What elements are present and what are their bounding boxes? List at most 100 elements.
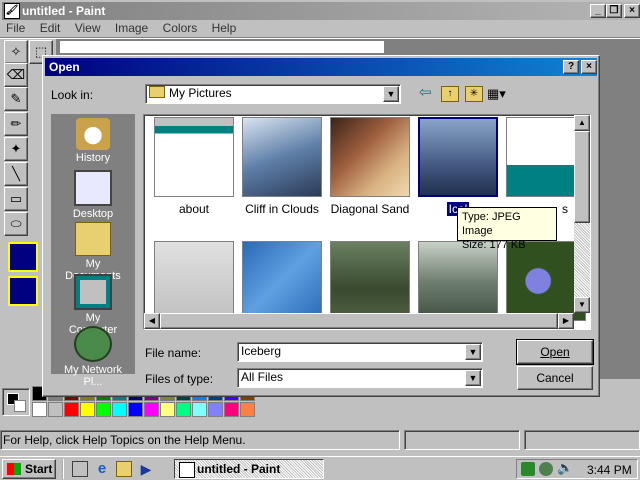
palette-swatch[interactable] — [160, 402, 175, 417]
palette-swatch[interactable] — [176, 402, 191, 417]
taskbar-paint-button[interactable]: untitled - Paint — [174, 459, 324, 479]
desktop-icon — [74, 170, 112, 206]
tool-options-box-1[interactable] — [8, 242, 38, 272]
palette-swatch[interactable] — [112, 402, 127, 417]
media-player-icon[interactable]: ▶ — [138, 461, 154, 477]
maximize-button[interactable]: ❐ — [606, 4, 622, 18]
show-desktop-icon[interactable] — [72, 461, 88, 477]
cancel-button[interactable]: Cancel — [517, 366, 593, 390]
files-of-type-arrow-icon[interactable]: ▼ — [465, 370, 481, 386]
up-folder-icon[interactable]: ↑ — [441, 86, 459, 102]
palette-swatch[interactable] — [48, 402, 63, 417]
paint-title: untitled - Paint — [22, 4, 106, 18]
file-item-about[interactable]: about — [150, 117, 238, 216]
file-item-row2-2[interactable] — [242, 241, 322, 321]
tool-options-box-2[interactable] — [8, 276, 38, 306]
view-menu-icon[interactable]: ▦▾ — [487, 86, 511, 102]
open-dialog: Open ? × Look in: My Pictures ▼ ⇦ ↑ ✳ ▦▾… — [42, 55, 600, 397]
status-bar: For Help, click Help Topics on the Help … — [0, 430, 640, 452]
scroll-left-button[interactable]: ◀ — [144, 313, 160, 329]
palette-swatch[interactable] — [192, 402, 207, 417]
file-item-cliff-in-clouds[interactable]: Cliff in Clouds — [238, 117, 326, 216]
look-in-arrow-icon[interactable]: ▼ — [383, 86, 399, 102]
file-item-row2-3[interactable] — [330, 241, 410, 321]
horizontal-scroll-thumb[interactable] — [160, 313, 558, 329]
background-color[interactable] — [14, 400, 26, 412]
rectangle-tool[interactable]: ▭ — [4, 187, 28, 211]
file-item-diagonal-sand[interactable]: Diagonal Sand — [326, 117, 414, 216]
clock[interactable]: 3:44 PM — [587, 463, 632, 477]
palette-swatch[interactable] — [80, 402, 95, 417]
paint-titlebar[interactable]: 🖌 untitled - Paint _ ❐ × — [2, 2, 640, 20]
file-item-iceberg[interactable]: Icel — [414, 117, 502, 216]
menu-view[interactable]: View — [75, 21, 101, 35]
palette-swatch[interactable] — [240, 402, 255, 417]
taskbar: Start e ▶ untitled - Paint 🔈 3:44 PM — [0, 456, 640, 480]
look-in-dropdown[interactable]: My Pictures ▼ — [145, 84, 401, 104]
windows-logo-icon — [7, 463, 21, 475]
status-panel-2 — [524, 430, 640, 450]
vertical-scrollbar[interactable]: ▲ ▼ — [574, 115, 590, 313]
new-folder-icon[interactable]: ✳ — [465, 86, 483, 102]
palette-swatch[interactable] — [128, 402, 143, 417]
files-of-type-label: Files of type: — [145, 372, 214, 386]
horizontal-scrollbar[interactable]: ◀ ▶ — [144, 313, 574, 329]
files-of-type-dropdown[interactable]: All Files ▼ — [237, 368, 483, 388]
airbrush-tool[interactable]: ✦ — [4, 137, 28, 161]
place-history[interactable]: History — [61, 118, 125, 164]
network-icon[interactable] — [521, 462, 535, 476]
place-my-network[interactable]: My Network Pl... — [57, 326, 129, 388]
open-button[interactable]: Open — [516, 339, 594, 365]
outlook-express-icon[interactable] — [116, 461, 132, 477]
scroll-right-button[interactable]: ▶ — [558, 313, 574, 329]
line-tool[interactable]: ╲ — [4, 162, 28, 186]
status-panel-1 — [404, 430, 520, 450]
drawing-canvas[interactable] — [60, 41, 384, 53]
file-tooltip: Type: JPEG Image Size: 177 KB — [457, 207, 557, 251]
volume-icon[interactable]: 🔈 — [557, 460, 573, 476]
file-name-value: Iceberg — [241, 344, 282, 358]
menu-image[interactable]: Image — [115, 21, 148, 35]
my-documents-icon — [75, 222, 111, 256]
place-my-documents[interactable]: My Documents — [61, 222, 125, 282]
close-button[interactable]: × — [624, 4, 640, 18]
start-button[interactable]: Start — [2, 459, 56, 479]
vertical-scroll-thumb[interactable] — [574, 131, 590, 223]
scheduler-icon[interactable] — [539, 462, 553, 476]
place-desktop[interactable]: Desktop — [61, 170, 125, 220]
file-name-arrow-icon[interactable]: ▼ — [465, 344, 481, 360]
file-name-combo[interactable]: Iceberg ▼ — [237, 342, 483, 362]
palette-swatch[interactable] — [96, 402, 111, 417]
palette-swatch[interactable] — [64, 402, 79, 417]
menu-help[interactable]: Help — [212, 21, 237, 35]
polygon-tool[interactable]: ⬭ — [4, 212, 28, 236]
system-tray: 🔈 3:44 PM — [516, 459, 638, 479]
palette-swatch[interactable] — [208, 402, 223, 417]
history-icon — [76, 118, 110, 150]
dialog-title: Open — [49, 60, 80, 74]
minimize-button[interactable]: _ — [590, 4, 606, 18]
scroll-up-button[interactable]: ▲ — [574, 115, 590, 131]
pencil-tool[interactable]: ✏ — [4, 112, 28, 136]
file-item-row2-1[interactable] — [154, 241, 234, 321]
thumbnail — [418, 117, 498, 197]
scroll-down-button[interactable]: ▼ — [574, 297, 590, 313]
current-colors — [2, 388, 30, 416]
menu-colors[interactable]: Colors — [163, 21, 198, 35]
back-icon[interactable]: ⇦ — [419, 85, 437, 103]
file-name-label: File name: — [145, 346, 202, 360]
dialog-close-button[interactable]: × — [581, 60, 597, 74]
menu-edit[interactable]: Edit — [40, 21, 61, 35]
palette-swatch[interactable] — [224, 402, 239, 417]
palette-swatch[interactable] — [32, 402, 47, 417]
help-button[interactable]: ? — [563, 60, 579, 74]
internet-explorer-icon[interactable]: e — [94, 461, 110, 477]
file-item-row2-4[interactable] — [418, 241, 498, 321]
free-select-tool[interactable]: ✧ — [4, 40, 28, 64]
palette-swatch[interactable] — [144, 402, 159, 417]
menu-file[interactable]: File — [6, 21, 25, 35]
eraser-tool[interactable]: ⌫ — [4, 63, 28, 87]
dialog-titlebar[interactable]: Open ? × — [45, 58, 597, 76]
eyedropper-tool[interactable]: ✎ — [4, 87, 28, 111]
look-in-label: Look in: — [51, 88, 94, 102]
